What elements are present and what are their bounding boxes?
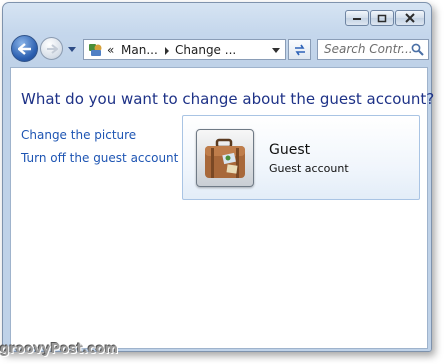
search-box[interactable] [317,39,429,60]
refresh-button[interactable] [288,39,311,60]
window: « Man... Change ... What do you want to … [2,2,434,352]
maximize-button[interactable] [370,10,394,26]
forward-button[interactable] [40,37,63,60]
watermark: groovyPost.com [0,342,119,357]
window-controls [345,10,425,28]
address-dropdown-icon[interactable] [272,48,280,53]
change-picture-link[interactable]: Change the picture [21,128,136,142]
address-separator-arrow-icon[interactable] [165,47,169,55]
minimize-icon [353,18,361,20]
address-bar[interactable]: « Man... Change ... [83,39,286,60]
search-input[interactable] [320,41,412,57]
turn-off-guest-link[interactable]: Turn off the guest account [21,151,178,165]
suitcase-icon [205,138,245,178]
search-icon[interactable] [411,43,424,56]
address-overflow[interactable]: « [107,43,114,57]
navigation-buttons [9,33,79,65]
back-arrow-icon [17,42,31,55]
account-type: Guest account [269,162,349,175]
close-icon [405,13,415,23]
navigation-bar: « Man... Change ... [3,33,431,65]
page-title: What do you want to change about the gue… [21,90,435,108]
guest-account-tile: Guest Guest account [182,115,420,200]
control-panel-icon [89,44,102,56]
address-segment-manage[interactable]: Man... [121,43,158,57]
minimize-button[interactable] [345,10,369,26]
refresh-icon [294,44,305,55]
content-pane: What do you want to change about the gue… [10,67,434,349]
account-picture [196,129,254,187]
forward-arrow-icon [46,43,58,54]
address-segment-change[interactable]: Change ... [175,43,236,57]
close-button[interactable] [395,10,425,26]
account-name: Guest [269,142,311,158]
back-button[interactable] [11,35,38,62]
recent-pages-dropdown-icon[interactable] [67,45,77,53]
restore-icon [377,14,387,22]
